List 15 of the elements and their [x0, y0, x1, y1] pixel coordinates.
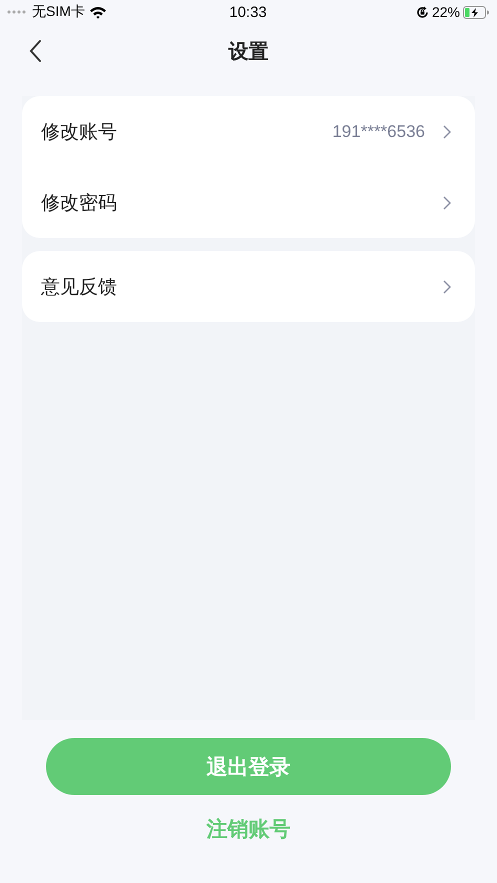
- back-button[interactable]: [28, 39, 42, 63]
- clock-time: 10:33: [229, 4, 267, 20]
- signal-icon: [7, 10, 28, 14]
- chevron-right-icon: [443, 280, 451, 294]
- battery-icon: [463, 6, 490, 18]
- carrier-label: 无SIM卡: [32, 3, 85, 21]
- wifi-icon: [88, 6, 107, 18]
- chevron-right-icon: [443, 124, 451, 138]
- settings-row[interactable]: 意见反馈: [22, 251, 475, 322]
- settings-row[interactable]: 修改账号 191****6536: [22, 96, 475, 167]
- page-title: 设置: [228, 38, 268, 64]
- rotation-lock-icon: [416, 6, 429, 18]
- settings-row[interactable]: 修改密码: [22, 167, 475, 238]
- chevron-right-icon: [443, 196, 451, 210]
- battery-percent: 22%: [432, 4, 460, 20]
